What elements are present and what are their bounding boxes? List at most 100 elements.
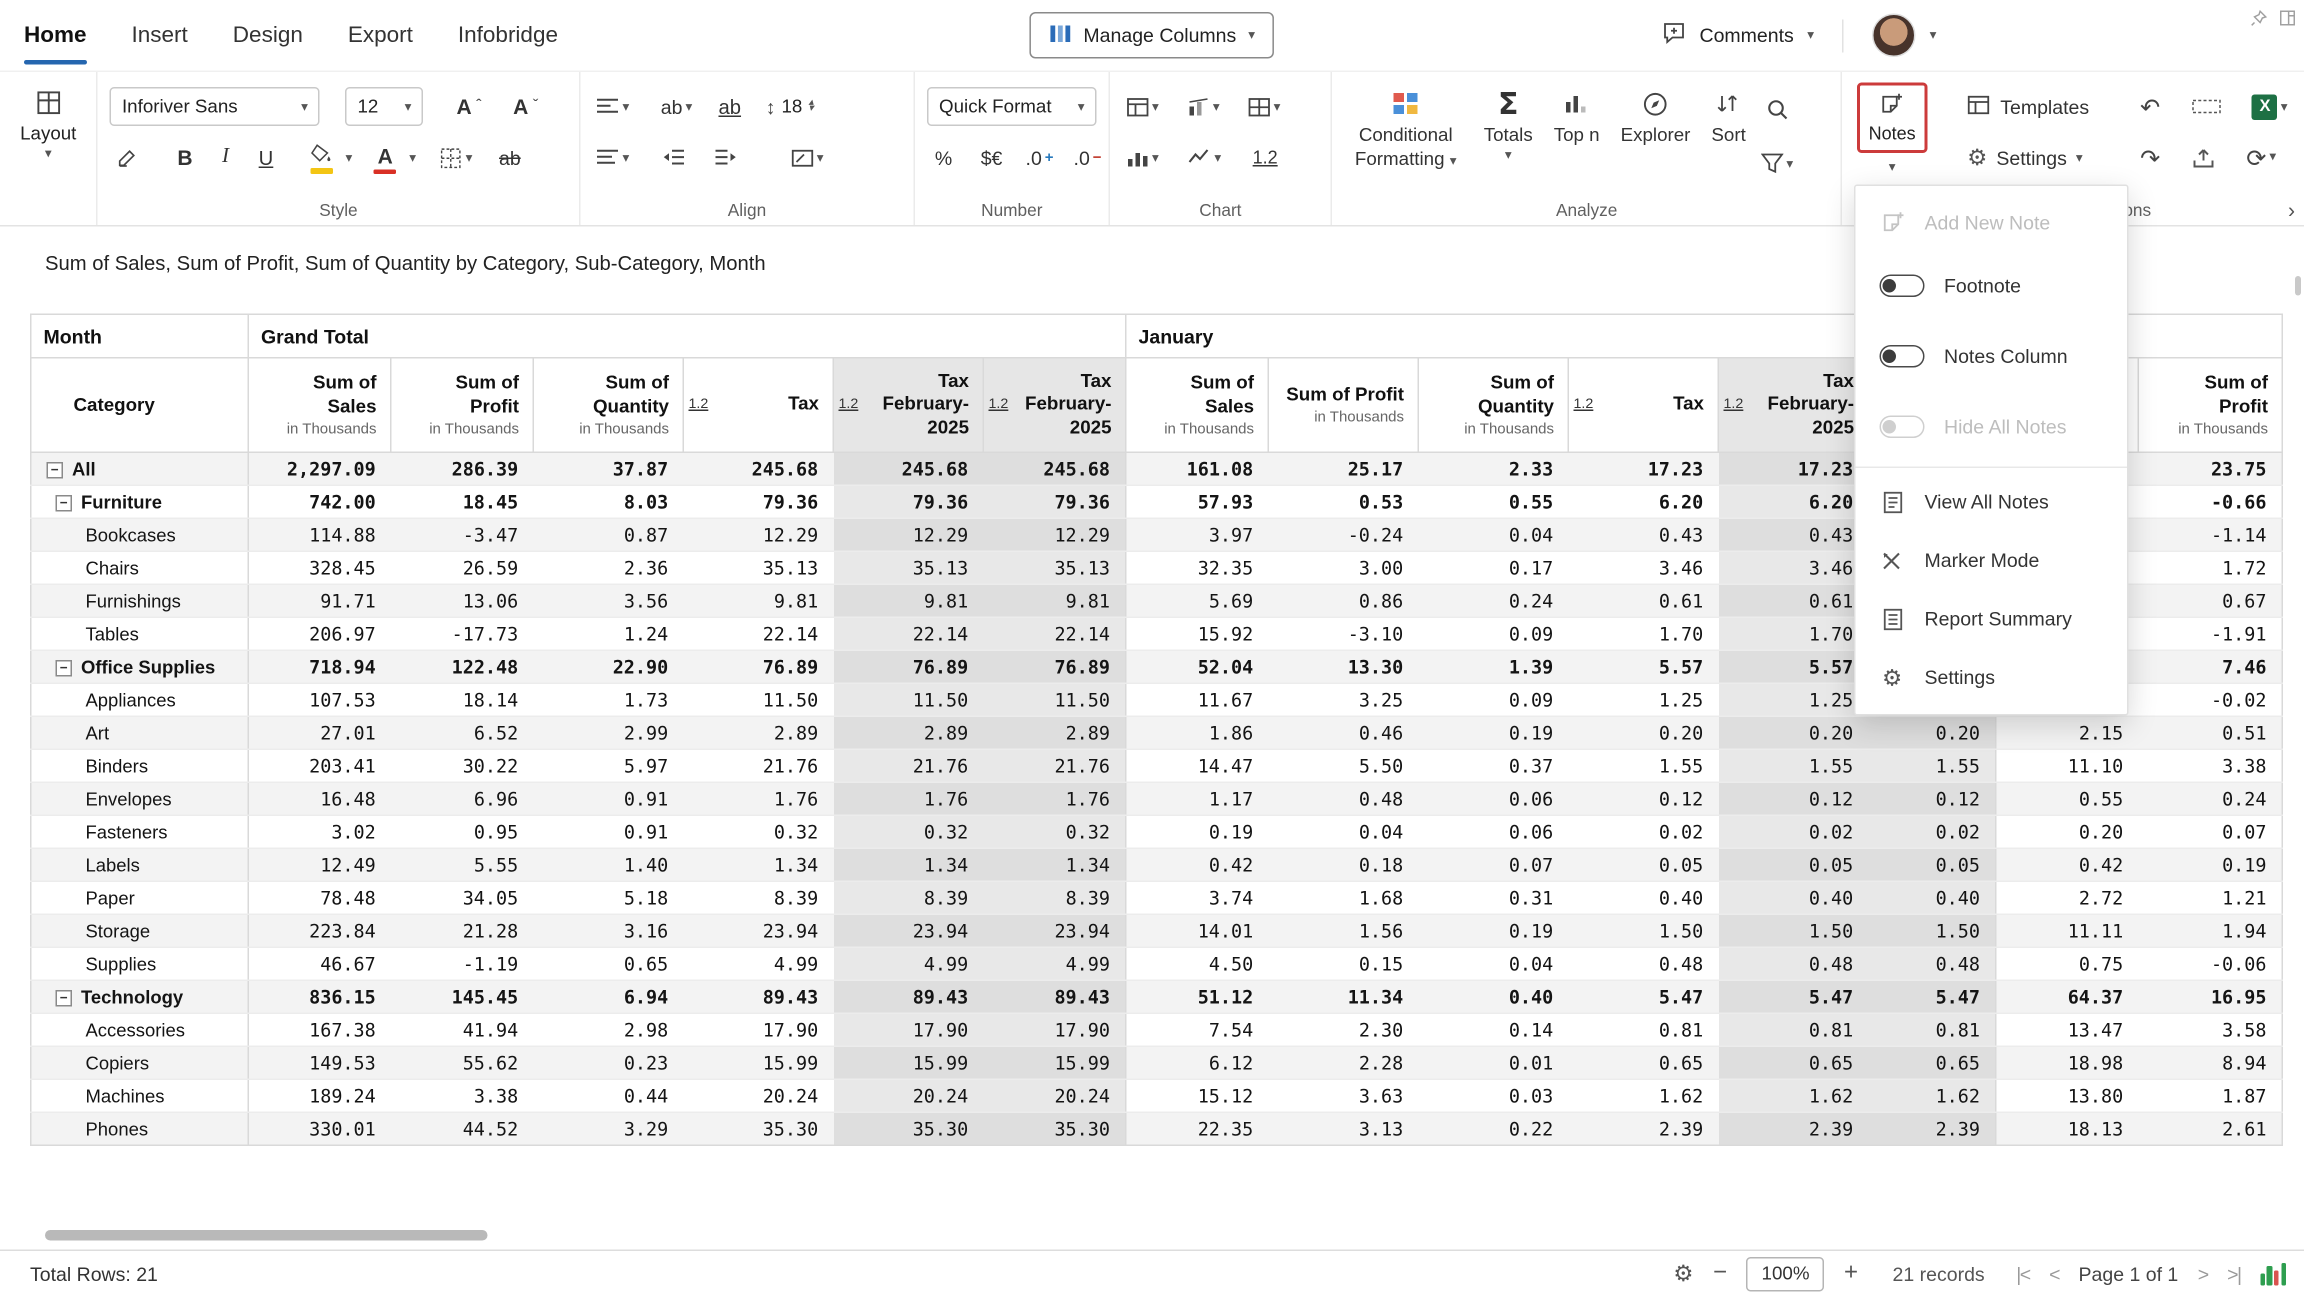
next-page-button[interactable]: > (2198, 1262, 2209, 1285)
horizontal-align-button[interactable]: ▾ (592, 138, 633, 177)
data-cell[interactable]: 5.97 (533, 749, 684, 783)
data-cell[interactable]: 2.89 (983, 716, 1126, 750)
data-cell[interactable]: 76.89 (983, 650, 1126, 684)
data-cell[interactable]: 189.24 (248, 1079, 391, 1113)
collapse-icon[interactable]: − (55, 989, 72, 1006)
data-cell[interactable]: 223.84 (248, 914, 391, 948)
data-cell[interactable]: 1.76 (983, 782, 1126, 816)
row-label-cell[interactable]: − All (30, 452, 249, 486)
notes-menu-item-notes-column[interactable]: Notes Column (1856, 321, 2128, 392)
data-cell[interactable]: 76.89 (683, 650, 834, 684)
text-orientation-button[interactable]: ▾ (785, 138, 828, 177)
data-cell[interactable]: 64.37 (1995, 980, 2139, 1014)
data-cell[interactable]: 2.39 (1718, 1112, 1869, 1146)
data-cell[interactable]: 13.47 (1995, 1013, 2139, 1047)
data-cell[interactable]: 13.80 (1995, 1079, 2139, 1113)
data-cell[interactable]: 91.71 (248, 584, 391, 618)
data-cell[interactable]: 1.62 (1568, 1079, 1719, 1113)
data-cell[interactable]: 1.76 (833, 782, 984, 816)
data-cell[interactable]: 245.68 (833, 452, 984, 486)
increase-font-size-button[interactable]: Aˆ (452, 87, 486, 126)
data-cell[interactable]: 0.07 (2138, 815, 2283, 849)
data-cell[interactable]: 8.03 (533, 485, 684, 519)
data-cell[interactable]: 0.05 (1868, 848, 1996, 882)
increase-decimal-button[interactable]: .0 + (1023, 138, 1056, 177)
row-label-cell[interactable]: − Technology (30, 980, 249, 1014)
data-cell[interactable]: 0.86 (1268, 584, 1419, 618)
data-cell[interactable]: 0.20 (1718, 716, 1869, 750)
ribbon-scrollbar[interactable] (2295, 276, 2301, 296)
data-cell[interactable]: 34.05 (390, 881, 534, 915)
zoom-in-button[interactable]: + (1844, 1260, 1858, 1287)
data-cell[interactable]: 5.47 (1718, 980, 1869, 1014)
data-cell[interactable]: 1.34 (683, 848, 834, 882)
row-label-cell[interactable]: Tables (30, 617, 249, 651)
data-cell[interactable]: 12.29 (683, 518, 834, 552)
row-label-cell[interactable]: Envelopes (30, 782, 249, 816)
data-cell[interactable]: 1.76 (683, 782, 834, 816)
toggle-switch[interactable] (1879, 345, 1925, 368)
data-cell[interactable]: 0.32 (833, 815, 984, 849)
vertical-align-button[interactable]: ▾ (592, 87, 633, 126)
data-cell[interactable]: 286.39 (390, 452, 534, 486)
redo-button[interactable]: ↷ (2134, 138, 2167, 177)
row-label-cell[interactable]: Supplies (30, 947, 249, 981)
notes-button[interactable]: Notes (1856, 82, 1928, 153)
data-cell[interactable]: 6.20 (1718, 485, 1869, 519)
notes-menu-item-marker-mode[interactable]: Marker Mode (1856, 531, 2128, 590)
tab-export[interactable]: Export (348, 0, 413, 71)
tab-insert[interactable]: Insert (132, 0, 188, 71)
row-label-cell[interactable]: Fasteners (30, 815, 249, 849)
data-cell[interactable]: 0.18 (1268, 848, 1419, 882)
data-cell[interactable]: 742.00 (248, 485, 391, 519)
column-header[interactable]: 1.2 Tax (1567, 357, 1719, 453)
data-cell[interactable]: 11.67 (1125, 683, 1269, 717)
column-header[interactable]: Sum of Profit in Thousands (2137, 357, 2283, 453)
data-cell[interactable]: 2.89 (683, 716, 834, 750)
data-cell[interactable]: -1.14 (2138, 518, 2283, 552)
data-cell[interactable]: 14.01 (1125, 914, 1269, 948)
data-cell[interactable]: 17.23 (1568, 452, 1719, 486)
data-cell[interactable]: 2.39 (1568, 1112, 1719, 1146)
data-cell[interactable]: 35.30 (683, 1112, 834, 1146)
data-cell[interactable]: 5.57 (1568, 650, 1719, 684)
row-label-cell[interactable]: Labels (30, 848, 249, 882)
data-cell[interactable]: 0.61 (1718, 584, 1869, 618)
chevron-down-icon[interactable]: ▾ (409, 150, 416, 165)
row-label-cell[interactable]: Bookcases (30, 518, 249, 552)
data-cell[interactable]: 3.63 (1268, 1079, 1419, 1113)
bar-chart-button[interactable]: ▾ (1122, 138, 1163, 177)
tab-home[interactable]: Home (24, 0, 87, 71)
row-height-spinner[interactable]: ▴ ▾ (808, 97, 813, 114)
data-cell[interactable]: 15.12 (1125, 1079, 1269, 1113)
data-cell[interactable]: -0.66 (2138, 485, 2283, 519)
data-cell[interactable]: 12.49 (248, 848, 391, 882)
data-cell[interactable]: 0.40 (1568, 881, 1719, 915)
data-cell[interactable]: 13.06 (390, 584, 534, 618)
data-cell[interactable]: 0.06 (1418, 815, 1569, 849)
column-header[interactable]: 1.2Tax February-2025 (982, 357, 1127, 453)
data-cell[interactable]: 0.48 (1568, 947, 1719, 981)
data-cell[interactable]: 1.39 (1418, 650, 1569, 684)
data-cell[interactable]: 3.58 (2138, 1013, 2283, 1047)
row-label-cell[interactable]: Storage (30, 914, 249, 948)
data-cell[interactable]: 23.94 (683, 914, 834, 948)
data-cell[interactable]: 23.94 (833, 914, 984, 948)
data-cell[interactable]: 22.35 (1125, 1112, 1269, 1146)
fill-color-button[interactable] (305, 138, 338, 177)
text-overflow-button[interactable]: ab (713, 87, 746, 126)
data-cell[interactable]: 1.73 (533, 683, 684, 717)
data-cell[interactable]: 1.17 (1125, 782, 1269, 816)
data-cell[interactable]: 7.46 (2138, 650, 2283, 684)
combo-chart-button[interactable]: ▾ (1183, 87, 1224, 126)
data-cell[interactable]: 2.61 (2138, 1112, 2283, 1146)
data-cell[interactable]: 57.93 (1125, 485, 1269, 519)
data-cell[interactable]: 21.76 (683, 749, 834, 783)
data-cell[interactable]: 0.31 (1418, 881, 1569, 915)
totals-button[interactable]: Σ Totals ▾ (1473, 81, 1543, 204)
data-cell[interactable]: 27.01 (248, 716, 391, 750)
data-cell[interactable]: 0.17 (1418, 551, 1569, 585)
row-label-cell[interactable]: Appliances (30, 683, 249, 717)
data-cell[interactable]: 0.15 (1268, 947, 1419, 981)
data-cell[interactable]: 1.40 (533, 848, 684, 882)
